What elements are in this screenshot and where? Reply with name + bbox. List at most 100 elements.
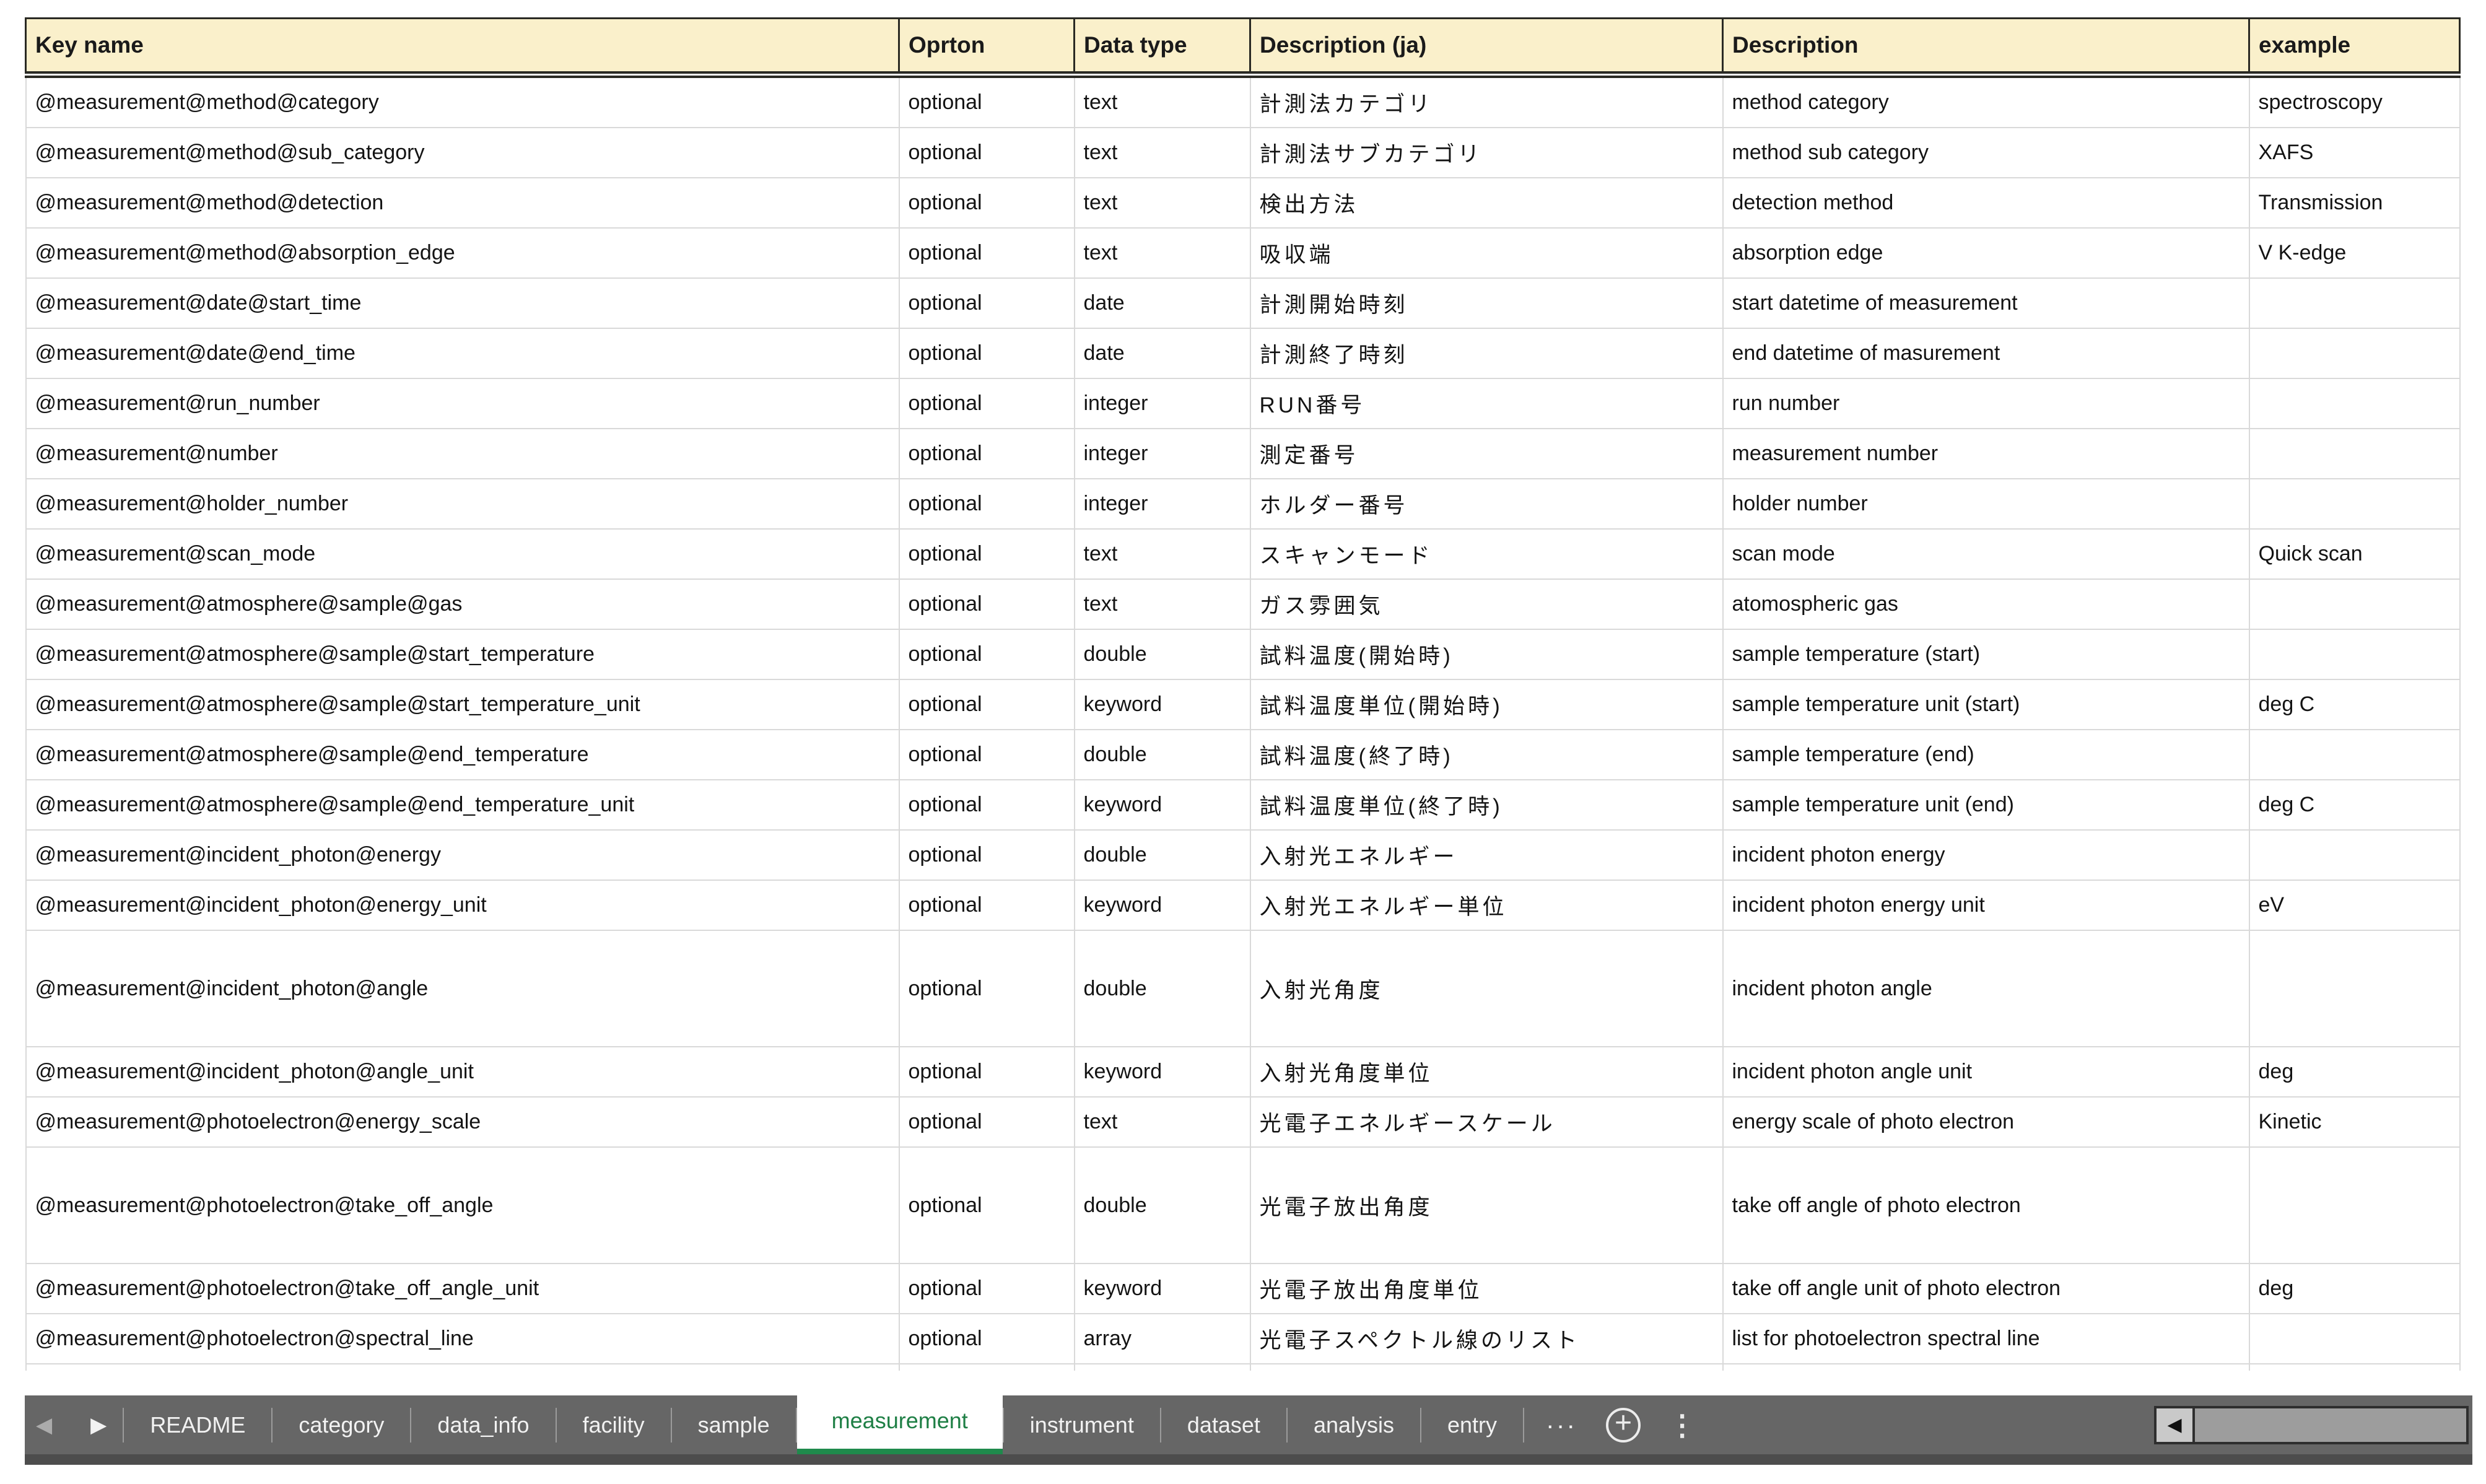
cell-key-name[interactable]: @measurement@atmosphere@sample@gas [25,578,900,630]
sheet-tab-category[interactable]: category [273,1395,410,1454]
cell-description-ja[interactable] [1249,1363,1724,1371]
cell-option[interactable]: optional [898,779,1075,831]
cell-description[interactable]: incident photon energy [1722,829,2250,881]
cell-data-type[interactable] [1073,1363,1251,1371]
cell-description[interactable]: start datetime of measurement [1722,277,2250,329]
cell-key-name[interactable]: @measurement@run_number [25,378,900,429]
cell-key-name[interactable]: @measurement@atmosphere@sample@end_tempe… [25,779,900,831]
cell-key-name[interactable]: @measurement@date@start_time [25,277,900,329]
cell-description[interactable]: take off angle unit of photo electron [1722,1263,2250,1314]
cell-key-name[interactable]: @measurement@incident_photon@energy [25,829,900,881]
cell-example[interactable]: Kinetic [2248,1096,2461,1148]
cell-key-name[interactable]: @measurement@photoelectron@spectral_line [25,1313,900,1364]
cell-key-name[interactable]: @measurement@holder_number [25,478,900,530]
cell-description-ja[interactable]: 試料温度単位(開始時) [1249,679,1724,730]
cell-data-type[interactable]: integer [1073,428,1251,479]
cell-description[interactable]: measurement number [1722,428,2250,479]
sheet-tab-sample[interactable]: sample [672,1395,796,1454]
cell-description-ja[interactable]: 試料温度単位(終了時) [1249,779,1724,831]
cell-description[interactable]: sample temperature unit (start) [1722,679,2250,730]
cell-data-type[interactable]: keyword [1073,879,1251,931]
cell-option[interactable] [898,1363,1075,1371]
cell-example[interactable]: eV [2248,879,2461,931]
cell-data-type[interactable]: double [1073,930,1251,1047]
sheet-tab-dataset[interactable]: dataset [1161,1395,1286,1454]
cell-data-type[interactable]: integer [1073,478,1251,530]
column-header-description[interactable]: Description [1722,17,2250,78]
cell-option[interactable]: optional [898,1096,1075,1148]
cell-description[interactable]: sample temperature (start) [1722,629,2250,680]
cell-description[interactable]: run number [1722,378,2250,429]
cell-description-ja[interactable]: 計測法カテゴリ [1249,74,1724,128]
cell-description-ja[interactable]: 光電子エネルギースケール [1249,1096,1724,1148]
cell-description[interactable]: holder number [1722,478,2250,530]
cell-key-name[interactable]: @measurement@photoelectron@take_off_angl… [25,1263,900,1314]
scroll-tabs-right-icon[interactable]: ▶ [90,1415,107,1436]
cell-data-type[interactable]: keyword [1073,1263,1251,1314]
cell-description-ja[interactable]: RUN番号 [1249,378,1724,429]
scrollbar-left-arrow-icon[interactable]: ◀ [2157,1408,2195,1442]
cell-example[interactable] [2248,629,2461,680]
sheet-tab-data_info[interactable]: data_info [411,1395,555,1454]
cell-example[interactable] [2248,378,2461,429]
cell-description[interactable]: sample temperature unit (end) [1722,779,2250,831]
cell-key-name[interactable] [25,1363,900,1371]
cell-description[interactable]: atomospheric gas [1722,578,2250,630]
cell-data-type[interactable]: keyword [1073,779,1251,831]
cell-description[interactable]: method sub category [1722,127,2250,178]
cell-data-type[interactable]: double [1073,1146,1251,1264]
cell-description[interactable]: energy scale of photo electron [1722,1096,2250,1148]
cell-description[interactable] [1722,1363,2250,1371]
cell-example[interactable] [2248,1363,2461,1371]
cell-description-ja[interactable]: 光電子スペクトル線のリスト [1249,1313,1724,1364]
cell-description[interactable]: end datetime of masurement [1722,328,2250,379]
cell-option[interactable]: optional [898,829,1075,881]
cell-example[interactable] [2248,478,2461,530]
cell-data-type[interactable]: text [1073,528,1251,580]
cell-description-ja[interactable]: 計測開始時刻 [1249,277,1724,329]
cell-example[interactable] [2248,1313,2461,1364]
cell-data-type[interactable]: integer [1073,378,1251,429]
cell-option[interactable]: optional [898,227,1075,279]
cell-key-name[interactable]: @measurement@atmosphere@sample@start_tem… [25,629,900,680]
cell-example[interactable] [2248,328,2461,379]
cell-description-ja[interactable]: 光電子放出角度単位 [1249,1263,1724,1314]
cell-option[interactable]: optional [898,528,1075,580]
cell-option[interactable]: optional [898,74,1075,128]
cell-data-type[interactable]: date [1073,328,1251,379]
cell-data-type[interactable]: double [1073,629,1251,680]
cell-key-name[interactable]: @measurement@method@detection [25,177,900,229]
cell-description-ja[interactable]: 入射光エネルギー [1249,829,1724,881]
cell-key-name[interactable]: @measurement@method@sub_category [25,127,900,178]
cell-example[interactable]: spectroscopy [2248,74,2461,128]
cell-option[interactable]: optional [898,629,1075,680]
cell-data-type[interactable]: array [1073,1313,1251,1364]
cell-description-ja[interactable]: 入射光角度単位 [1249,1046,1724,1098]
cell-option[interactable]: optional [898,277,1075,329]
cell-description-ja[interactable]: スキャンモード [1249,528,1724,580]
cell-data-type[interactable]: text [1073,127,1251,178]
cell-description-ja[interactable]: 入射光エネルギー単位 [1249,879,1724,931]
cell-example[interactable] [2248,428,2461,479]
cell-key-name[interactable]: @measurement@number [25,428,900,479]
cell-key-name[interactable]: @measurement@date@end_time [25,328,900,379]
sheet-options-icon[interactable]: ⋮ [1655,1408,1709,1442]
cell-description-ja[interactable]: 入射光角度 [1249,930,1724,1047]
cell-description[interactable]: incident photon angle unit [1722,1046,2250,1098]
cell-key-name[interactable]: @measurement@incident_photon@angle [25,930,900,1047]
tab-overflow-ellipsis[interactable]: ... [1524,1390,1600,1449]
cell-example[interactable]: deg C [2248,679,2461,730]
cell-data-type[interactable]: double [1073,829,1251,881]
cell-option[interactable]: optional [898,328,1075,379]
cell-option[interactable]: optional [898,1263,1075,1314]
cell-option[interactable]: optional [898,578,1075,630]
cell-example[interactable]: deg [2248,1263,2461,1314]
column-header-data-type[interactable]: Data type [1073,17,1251,78]
cell-description[interactable]: incident photon energy unit [1722,879,2250,931]
cell-data-type[interactable]: text [1073,177,1251,229]
cell-key-name[interactable]: @measurement@photoelectron@energy_scale [25,1096,900,1148]
cell-example[interactable] [2248,578,2461,630]
sheet-tab-facility[interactable]: facility [557,1395,671,1454]
cell-option[interactable]: optional [898,1046,1075,1098]
cell-example[interactable] [2248,277,2461,329]
